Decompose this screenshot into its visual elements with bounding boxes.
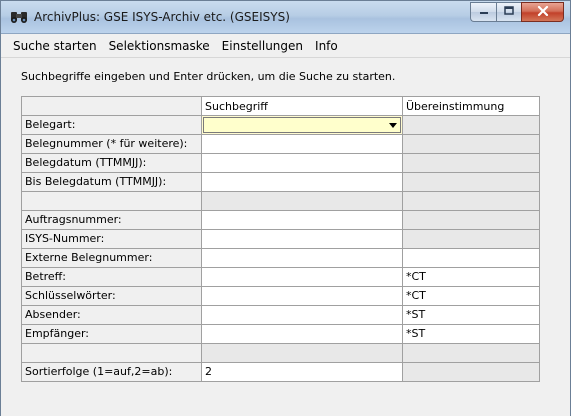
spacer-cell — [403, 192, 540, 211]
menu-info[interactable]: Info — [309, 36, 344, 56]
table-row: Belegdatum (TTMMJJ): — [21, 154, 540, 173]
table-row: Schlüsselwörter: *CT — [21, 287, 540, 306]
empfaenger-field[interactable] — [202, 325, 403, 344]
row-label: Bis Belegdatum (TTMMJJ): — [21, 173, 202, 192]
match-cell — [403, 230, 540, 249]
betreff-field[interactable] — [202, 268, 403, 287]
table-row: Externe Belegnummer: — [21, 249, 540, 268]
row-label: Absender: — [21, 306, 202, 325]
row-label: Belegnummer (* für weitere): — [21, 135, 202, 154]
bis-belegdatum-field[interactable] — [202, 173, 403, 192]
window-controls — [470, 2, 564, 22]
client-area: Suchbegriffe eingeben und Enter drücken,… — [1, 59, 570, 416]
search-grid: Suchbegriff Übereinstimmung Belegart: Be… — [21, 96, 540, 382]
absender-field[interactable] — [202, 306, 403, 325]
schluesselwoerter-field[interactable] — [202, 287, 403, 306]
menu-einstellungen[interactable]: Einstellungen — [216, 36, 309, 56]
match-cell — [403, 363, 540, 382]
belegdatum-field[interactable] — [202, 154, 403, 173]
close-button[interactable] — [521, 2, 564, 22]
table-row: ISYS-Nummer: — [21, 230, 540, 249]
row-label — [21, 344, 202, 363]
match-cell — [403, 135, 540, 154]
table-row: Belegart: — [21, 116, 540, 135]
belegart-select[interactable] — [202, 116, 403, 135]
header-suchbegriff: Suchbegriff — [202, 96, 403, 116]
match-cell[interactable] — [403, 249, 540, 268]
title-bar: ArchivPlus: GSE ISYS-Archiv etc. (GSEISY… — [1, 1, 570, 34]
row-label: Schlüsselwörter: — [21, 287, 202, 306]
header-blank — [21, 96, 202, 116]
table-row: Sortierfolge (1=auf,2=ab): 2 — [21, 363, 540, 382]
table-row: Auftragsnummer: — [21, 211, 540, 230]
row-label: Betreff: — [21, 268, 202, 287]
row-label: Belegart: — [21, 116, 202, 135]
spacer-cell — [403, 344, 540, 363]
externe-belegnummer-field[interactable] — [202, 249, 403, 268]
match-cell — [403, 211, 540, 230]
maximize-button[interactable] — [496, 2, 521, 22]
table-row: Betreff: *CT — [21, 268, 540, 287]
spacer-row — [21, 344, 540, 363]
menu-suche-starten[interactable]: Suche starten — [7, 36, 103, 56]
menu-bar: Suche starten Selektionsmaske Einstellun… — [1, 34, 570, 58]
empfaenger-match-cell[interactable]: *ST — [403, 325, 540, 344]
match-cell — [403, 173, 540, 192]
spacer-cell — [202, 192, 403, 211]
sortierfolge-field[interactable]: 2 — [202, 363, 403, 382]
spacer-row — [21, 192, 540, 211]
maximize-icon — [504, 6, 514, 18]
row-label: Auftragsnummer: — [21, 211, 202, 230]
belegart-select-box[interactable] — [203, 117, 401, 133]
grid-header-row: Suchbegriff Übereinstimmung — [21, 96, 540, 116]
auftragsnummer-field[interactable] — [202, 211, 403, 230]
table-row: Belegnummer (* für weitere): — [21, 135, 540, 154]
binoculars-icon[interactable] — [10, 10, 28, 24]
row-label: Belegdatum (TTMMJJ): — [21, 154, 202, 173]
match-cell — [403, 154, 540, 173]
table-row: Bis Belegdatum (TTMMJJ): — [21, 173, 540, 192]
chevron-down-icon[interactable] — [385, 118, 400, 132]
schluesselwoerter-match-cell[interactable]: *CT — [403, 287, 540, 306]
table-row: Absender: *ST — [21, 306, 540, 325]
spacer-cell — [202, 344, 403, 363]
row-label: Externe Belegnummer: — [21, 249, 202, 268]
belegnummer-field[interactable] — [202, 135, 403, 154]
menu-selektionsmaske[interactable]: Selektionsmaske — [103, 36, 216, 56]
row-label: ISYS-Nummer: — [21, 230, 202, 249]
minimize-button[interactable] — [470, 2, 496, 22]
row-label: Empfänger: — [21, 325, 202, 344]
row-label: Sortierfolge (1=auf,2=ab): — [21, 363, 202, 382]
isys-nummer-field[interactable] — [202, 230, 403, 249]
row-label — [21, 192, 202, 211]
minimize-icon — [479, 6, 489, 18]
betreff-match-cell[interactable]: *CT — [403, 268, 540, 287]
window-title: ArchivPlus: GSE ISYS-Archiv etc. (GSEISY… — [34, 10, 290, 24]
close-icon — [537, 5, 549, 19]
absender-match-cell[interactable]: *ST — [403, 306, 540, 325]
table-row: Empfänger: *ST — [21, 325, 540, 344]
header-uebereinstimmung: Übereinstimmung — [403, 96, 540, 116]
match-cell — [403, 116, 540, 135]
instruction-text: Suchbegriffe eingeben und Enter drücken,… — [21, 70, 396, 83]
app-window: ArchivPlus: GSE ISYS-Archiv etc. (GSEISY… — [0, 0, 571, 416]
